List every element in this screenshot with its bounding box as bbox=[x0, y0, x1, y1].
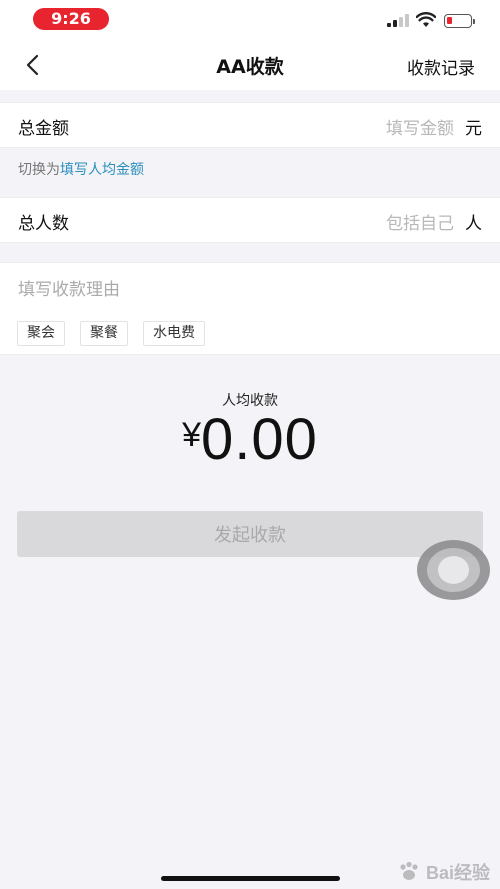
payment-records-link[interactable]: 收款记录 bbox=[407, 54, 475, 79]
home-indicator[interactable] bbox=[161, 876, 340, 881]
status-time: 9:26 bbox=[33, 8, 109, 30]
people-count-row[interactable]: 总人数 包括自己 人 bbox=[0, 197, 500, 243]
total-amount-row[interactable]: 总金额 填写金额 元 bbox=[0, 102, 500, 148]
switch-mode-line: 切换为填写人均金额 bbox=[18, 159, 144, 179]
reason-tag-utilities[interactable]: 水电费 bbox=[143, 321, 205, 346]
nav-bar: AA收款 收款记录 bbox=[0, 40, 500, 90]
per-person-amount-value: 0.00 bbox=[201, 407, 318, 472]
watermark: Bai经验 bbox=[396, 859, 490, 885]
total-amount-input[interactable]: 填写金额 bbox=[386, 114, 454, 139]
battery-level bbox=[447, 17, 452, 24]
reason-card: 填写收款理由 聚会 聚餐 水电费 bbox=[0, 262, 500, 355]
people-count-label: 总人数 bbox=[18, 214, 69, 234]
total-amount-label: 总金额 bbox=[18, 119, 69, 139]
wifi-icon bbox=[416, 12, 436, 27]
reason-tag-dinner[interactable]: 聚餐 bbox=[80, 321, 128, 346]
battery-icon bbox=[444, 14, 475, 28]
status-bar: 9:26 bbox=[0, 0, 500, 40]
per-person-amount: ¥0.00 bbox=[0, 406, 500, 473]
watermark-text: Bai经验 bbox=[425, 863, 490, 883]
paw-icon bbox=[400, 861, 418, 880]
switch-to-per-person-link[interactable]: 填写人均金额 bbox=[60, 162, 144, 178]
switch-mode-prefix: 切换为 bbox=[18, 162, 60, 178]
initiate-collection-button[interactable]: 发起收款 bbox=[17, 511, 483, 557]
cellular-signal-icon bbox=[387, 14, 409, 27]
total-amount-unit: 元 bbox=[465, 119, 482, 139]
people-count-unit: 人 bbox=[465, 214, 482, 234]
reason-tag-gathering[interactable]: 聚会 bbox=[17, 321, 65, 346]
people-count-input[interactable]: 包括自己 bbox=[386, 209, 454, 234]
currency-symbol: ¥ bbox=[182, 416, 202, 454]
reason-input[interactable]: 填写收款理由 bbox=[18, 275, 120, 300]
assistive-touch-button[interactable] bbox=[417, 540, 490, 600]
